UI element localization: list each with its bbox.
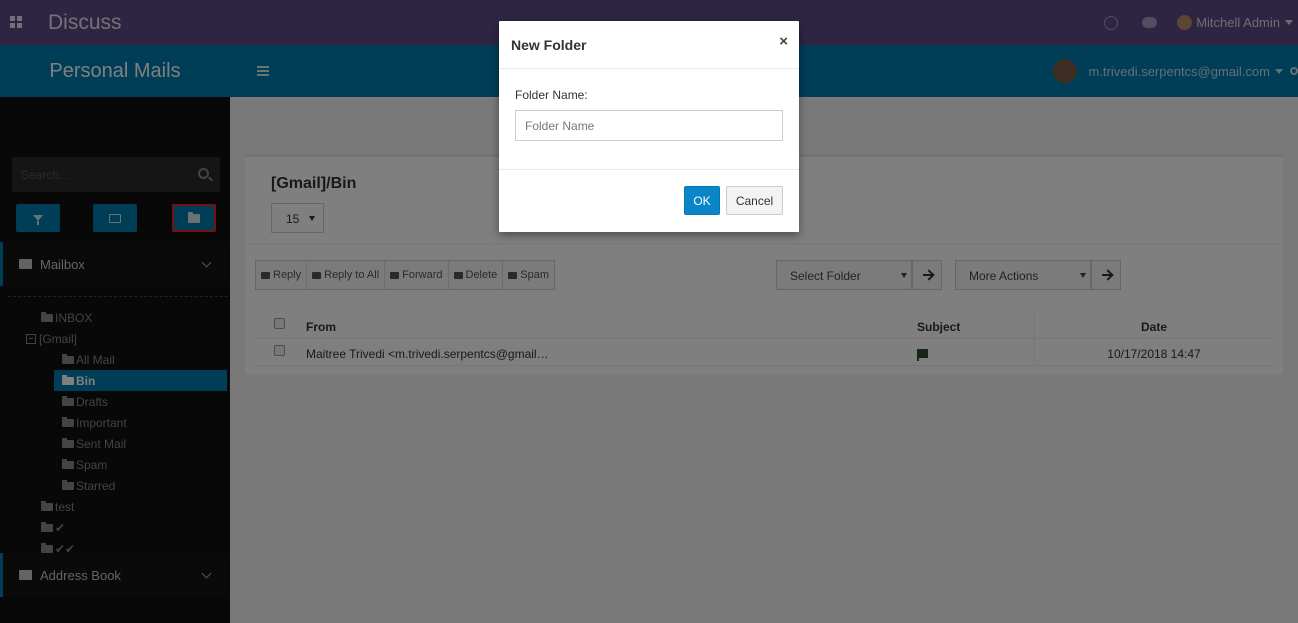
cancel-button[interactable]: Cancel [726,186,783,215]
dialog-title: New Folder [511,37,587,53]
folder-name-input[interactable] [515,110,783,141]
new-folder-dialog: New Folder × Folder Name: OK Cancel [499,21,799,232]
close-icon[interactable]: × [779,33,788,50]
divider [499,68,799,69]
ok-button[interactable]: OK [684,186,720,215]
divider [499,169,799,170]
folder-name-label: Folder Name: [515,88,588,102]
